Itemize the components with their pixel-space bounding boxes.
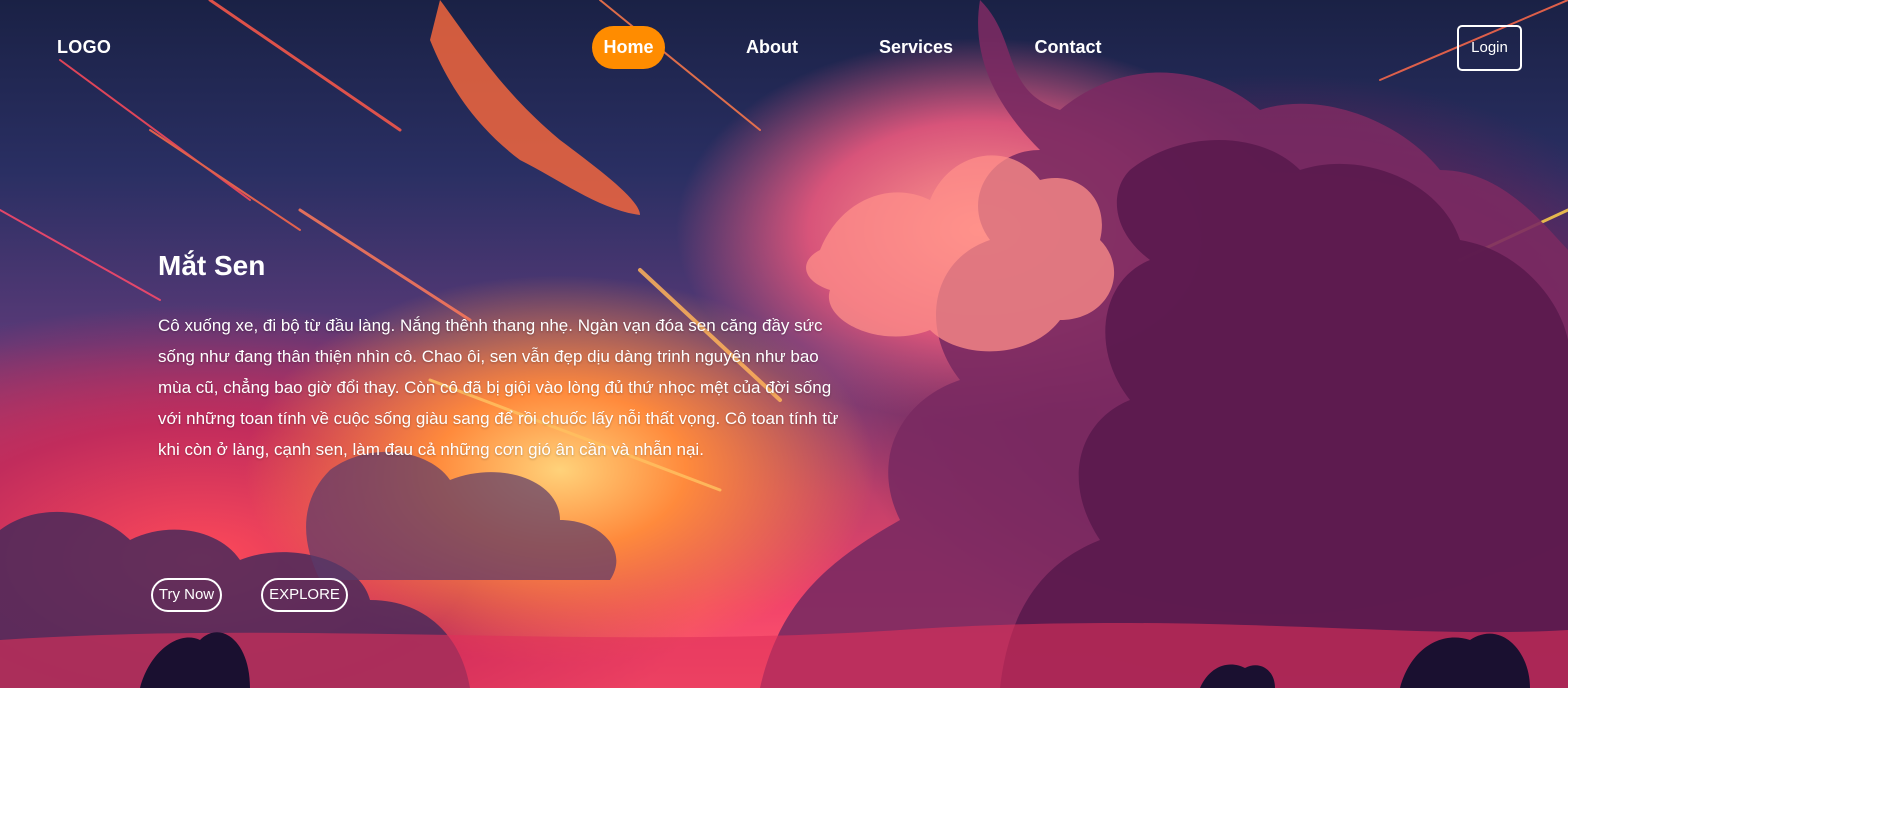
explore-button[interactable]: EXPLORE <box>261 578 348 612</box>
hero-content: Mắt Sen Cô xuống xe, đi bộ từ đầu làng. … <box>158 248 848 465</box>
hero-title: Mắt Sen <box>158 250 266 281</box>
try-now-button[interactable]: Try Now <box>151 578 222 612</box>
hero-body-text: Cô xuống xe, đi bộ từ đầu làng. Nắng thê… <box>158 316 839 459</box>
login-button[interactable]: Login <box>1457 25 1522 71</box>
nav-item-home[interactable]: Home <box>592 26 665 69</box>
nav-item-services[interactable]: Services <box>872 26 960 69</box>
logo[interactable]: LOGO <box>57 37 111 58</box>
top-navigation: LOGO Home About Services Contact Login <box>0 0 1568 95</box>
nav-item-contact[interactable]: Contact <box>1026 26 1110 69</box>
nav-item-about[interactable]: About <box>738 26 806 69</box>
